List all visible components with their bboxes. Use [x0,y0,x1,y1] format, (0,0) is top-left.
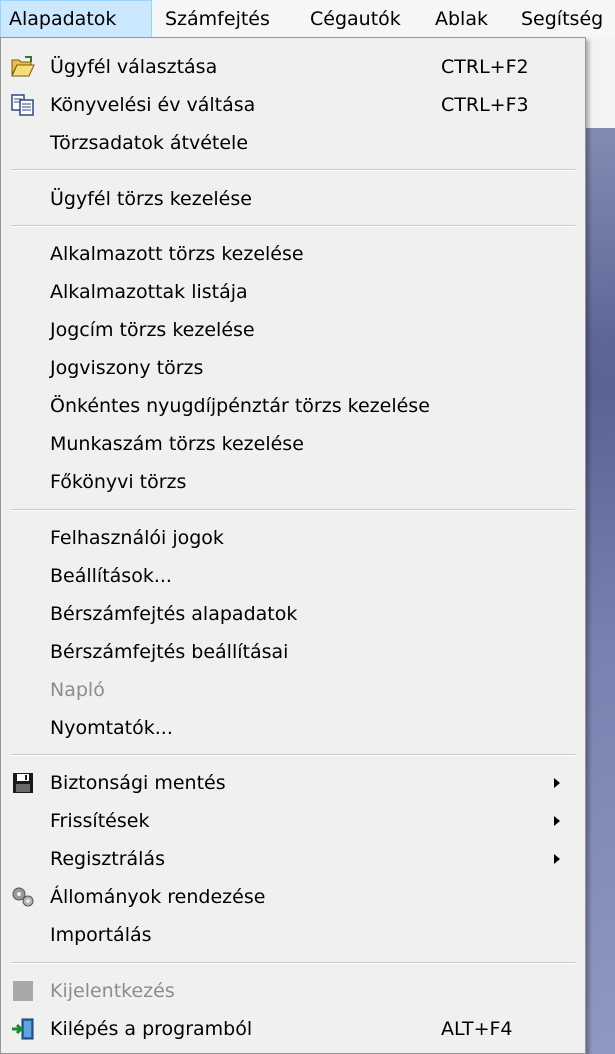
menu-item-label: Importálás [50,924,152,946]
menu-item-biztonsagi-mentes[interactable]: Biztonsági mentés [1,764,585,802]
menu-item-alkalmazott-torzs[interactable]: Alkalmazott törzs kezelése [1,235,585,273]
menu-item-label: Könyvelési év váltása [50,94,256,116]
menu-item-berszamfejtes-beallitasai[interactable]: Bérszámfejtés beállításai [1,633,585,671]
floppy-disk-icon [11,772,35,794]
menu-item-alkalmazottak-listaja[interactable]: Alkalmazottak listája [1,273,585,311]
menu-item-jogcim-torzs[interactable]: Jogcím törzs kezelése [1,311,585,349]
gears-icon [11,886,35,908]
menu-segitseg[interactable]: Segítség [513,0,611,38]
menu-separator [11,509,575,511]
menu-item-label: Biztonsági mentés [50,772,226,794]
menu-item-onkentes-nyugdijpenztar[interactable]: Önkéntes nyugdíjpénztár törzs kezelése [1,387,585,425]
shortcut-label: ALT+F4 [441,1018,513,1040]
menu-item-beallitasok[interactable]: Beállítások... [1,557,585,595]
menu-item-torzsadatok-atvetele[interactable]: Törzsadatok átvétele [1,124,585,162]
alapadatok-dropdown: Ügyfél választása CTRL+F2 Könyvelési év … [0,37,586,1054]
menu-item-label: Alkalmazottak listája [50,281,248,303]
menu-item-ugyfel-valasztasa[interactable]: Ügyfél választása CTRL+F2 [1,48,585,86]
menu-item-label: Regisztrálás [50,848,165,870]
menu-cegautok[interactable]: Cégautók [302,0,409,38]
menu-separator [11,225,575,227]
menu-item-label: Kijelentkezés [50,980,175,1002]
menu-item-label: Frissítések [50,810,150,832]
menu-item-label: Bérszámfejtés alapadatok [50,603,298,625]
exit-door-icon [11,1018,35,1040]
menu-item-label: Jogviszony törzs [50,357,204,379]
menu-item-label: Alkalmazott törzs kezelése [50,243,304,265]
folder-open-icon [11,56,35,78]
logout-box-icon [11,980,35,1002]
menu-item-berszamfejtes-alapadatok[interactable]: Bérszámfejtés alapadatok [1,595,585,633]
copy-documents-icon [11,94,35,116]
menu-item-importalas[interactable]: Importálás [1,916,585,954]
menu-item-kilepes[interactable]: Kilépés a programból ALT+F4 [1,1010,585,1048]
menu-item-kijelentkezes: Kijelentkezés [1,972,585,1010]
menu-item-regisztralas[interactable]: Regisztrálás [1,840,585,878]
menu-item-munkaszam-torzs[interactable]: Munkaszám törzs kezelése [1,425,585,463]
menu-separator [11,169,575,171]
menu-item-label: Jogcím törzs kezelése [50,319,255,341]
shortcut-label: CTRL+F3 [441,94,529,116]
menu-item-label: Főkönyvi törzs [50,471,187,493]
menu-szamfejtes[interactable]: Számfejtés [157,0,278,38]
submenu-arrow-icon [554,778,560,788]
menu-item-label: Felhasználói jogok [50,527,224,549]
submenu-arrow-icon [554,854,560,864]
menu-item-label: Kilépés a programból [50,1018,253,1040]
menu-separator [11,962,575,964]
menu-item-label: Nyomtatók... [50,717,173,739]
menu-item-label: Önkéntes nyugdíjpénztár törzs kezelése [50,395,430,417]
menu-item-label: Munkaszám törzs kezelése [50,433,304,455]
submenu-arrow-icon [554,816,560,826]
menu-item-ugyfel-torzs[interactable]: Ügyfél törzs kezelése [1,180,585,218]
menu-item-nyomtatok[interactable]: Nyomtatók... [1,709,585,747]
menu-item-felhasznaloi-jogok[interactable]: Felhasználói jogok [1,519,585,557]
menu-bar: Alapadatok Számfejtés Cégautók Ablak Seg… [0,0,615,38]
menu-item-label: Bérszámfejtés beállításai [50,641,289,663]
menu-item-allomanyok-rendezese[interactable]: Állományok rendezése [1,878,585,916]
menu-item-label: Állományok rendezése [50,886,266,908]
menu-item-label: Törzsadatok átvétele [50,132,249,154]
menu-item-konyvelesi-ev-valtasa[interactable]: Könyvelési év váltása CTRL+F3 [1,86,585,124]
menu-item-naplo: Napló [1,671,585,709]
menu-item-label: Ügyfél választása [50,56,218,78]
menu-item-label: Beállítások... [50,565,172,587]
menu-separator [11,754,575,756]
menu-item-frissitesek[interactable]: Frissítések [1,802,585,840]
menu-item-fokonyvi-torzs[interactable]: Főkönyvi törzs [1,463,585,501]
menu-ablak[interactable]: Ablak [427,0,496,38]
menu-item-jogviszony-torzs[interactable]: Jogviszony törzs [1,349,585,387]
menu-item-label: Ügyfél törzs kezelése [50,188,252,210]
menu-item-label: Napló [50,679,105,701]
shortcut-label: CTRL+F2 [441,56,529,78]
menu-alapadatok[interactable]: Alapadatok [0,0,152,38]
